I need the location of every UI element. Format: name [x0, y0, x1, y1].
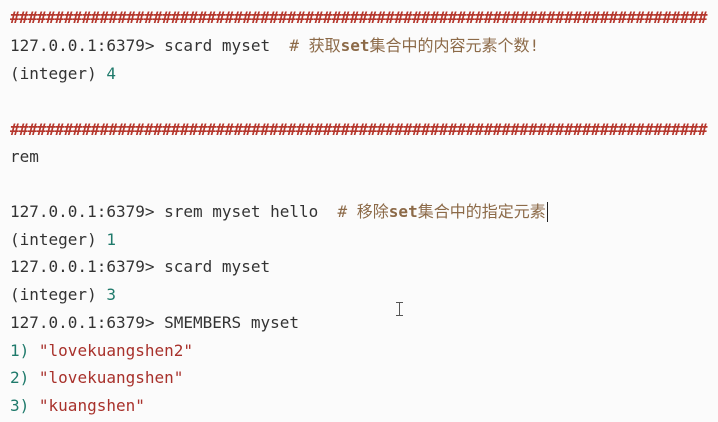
separator-line-1: ########################################…	[10, 8, 707, 27]
result-prefix: (integer)	[10, 64, 107, 83]
separator-line-2: ########################################…	[10, 120, 707, 139]
result-prefix: (integer)	[10, 285, 107, 304]
comment-keyword: set	[340, 36, 370, 55]
scard-command-line: 127.0.0.1:6379> scard myset # 获取set集合中的内…	[10, 36, 539, 56]
member-index: 3)	[10, 396, 39, 415]
comment-prefix: # 获取	[289, 36, 341, 55]
command-text: 127.0.0.1:6379> scard myset	[10, 36, 271, 55]
srem-result-line: (integer) 1	[10, 230, 116, 250]
result-number: 4	[106, 64, 116, 83]
comment-keyword: set	[388, 202, 418, 221]
member-index: 1)	[10, 341, 39, 360]
scard2-result-line: (integer) 3	[10, 285, 116, 305]
comment-prefix: # 移除	[337, 202, 389, 221]
result-number: 1	[106, 230, 116, 249]
member-line-1: 1) "lovekuangshen2"	[10, 341, 193, 361]
member-value: "lovekuangshen2"	[38, 341, 194, 360]
comment: # 移除set集合中的指定元素	[338, 202, 546, 221]
command-text: 127.0.0.1:6379> srem myset hello	[10, 202, 319, 221]
smembers-command-line: 127.0.0.1:6379> SMEMBERS myset	[10, 313, 299, 332]
code-editor[interactable]: ########################################…	[0, 0, 718, 422]
ibeam-cursor-icon	[396, 302, 403, 316]
section-title: rem	[10, 147, 39, 166]
comment: # 获取set集合中的内容元素个数!	[289, 36, 539, 55]
result-prefix: (integer)	[10, 230, 107, 249]
comment-text: 集合中的指定元素	[417, 202, 546, 221]
comment-text: 集合中的内容元素个数!	[369, 36, 540, 55]
scard-result-line: (integer) 4	[10, 64, 116, 84]
member-value: "kuangshen"	[38, 396, 145, 415]
scard2-command-line: 127.0.0.1:6379> scard myset	[10, 257, 271, 276]
result-number: 3	[106, 285, 116, 304]
text-caret-icon	[546, 202, 548, 222]
member-line-3: 3) "kuangshen"	[10, 396, 145, 416]
srem-command-line: 127.0.0.1:6379> srem myset hello # 移除set…	[10, 202, 548, 222]
member-value: "lovekuangshen"	[38, 368, 184, 387]
member-index: 2)	[10, 368, 39, 387]
member-line-2: 2) "lovekuangshen"	[10, 368, 183, 388]
